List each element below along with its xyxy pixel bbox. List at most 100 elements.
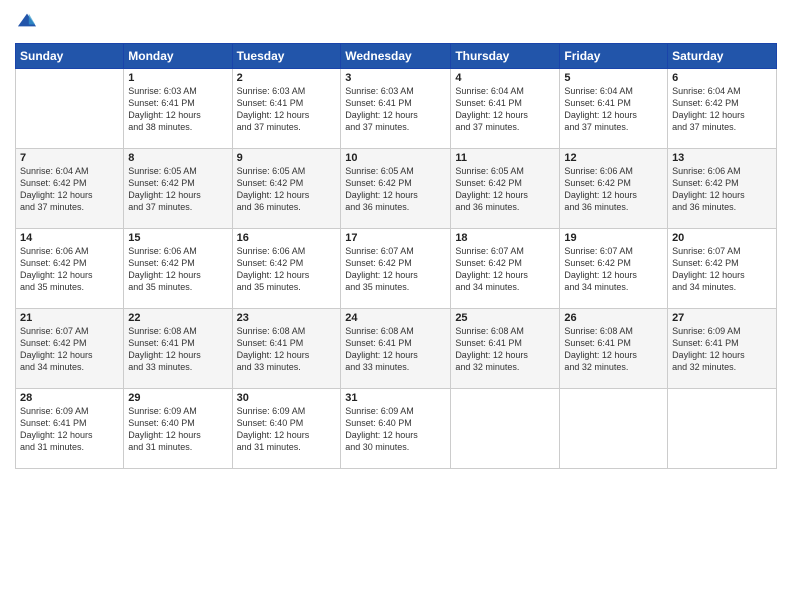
- day-number: 19: [564, 232, 663, 244]
- cell-details: Sunrise: 6:08 AM Sunset: 6:41 PM Dayligh…: [345, 325, 446, 374]
- calendar-week-row: 1Sunrise: 6:03 AM Sunset: 6:41 PM Daylig…: [16, 69, 777, 149]
- day-number: 2: [237, 72, 337, 84]
- calendar-cell: [451, 389, 560, 469]
- calendar-cell: 21Sunrise: 6:07 AM Sunset: 6:42 PM Dayli…: [16, 309, 124, 389]
- calendar-cell: 26Sunrise: 6:08 AM Sunset: 6:41 PM Dayli…: [560, 309, 668, 389]
- cell-details: Sunrise: 6:07 AM Sunset: 6:42 PM Dayligh…: [672, 245, 772, 294]
- calendar-week-row: 28Sunrise: 6:09 AM Sunset: 6:41 PM Dayli…: [16, 389, 777, 469]
- day-number: 11: [455, 152, 555, 164]
- day-number: 20: [672, 232, 772, 244]
- cell-details: Sunrise: 6:06 AM Sunset: 6:42 PM Dayligh…: [20, 245, 119, 294]
- calendar-cell: 20Sunrise: 6:07 AM Sunset: 6:42 PM Dayli…: [668, 229, 777, 309]
- day-number: 14: [20, 232, 119, 244]
- cell-details: Sunrise: 6:04 AM Sunset: 6:41 PM Dayligh…: [564, 85, 663, 134]
- logo: [15, 10, 39, 35]
- calendar-week-row: 21Sunrise: 6:07 AM Sunset: 6:42 PM Dayli…: [16, 309, 777, 389]
- day-number: 7: [20, 152, 119, 164]
- calendar-cell: 10Sunrise: 6:05 AM Sunset: 6:42 PM Dayli…: [341, 149, 451, 229]
- calendar-cell: 1Sunrise: 6:03 AM Sunset: 6:41 PM Daylig…: [124, 69, 232, 149]
- calendar-cell: 8Sunrise: 6:05 AM Sunset: 6:42 PM Daylig…: [124, 149, 232, 229]
- cell-details: Sunrise: 6:09 AM Sunset: 6:40 PM Dayligh…: [345, 405, 446, 454]
- calendar-cell: 12Sunrise: 6:06 AM Sunset: 6:42 PM Dayli…: [560, 149, 668, 229]
- logo-icon: [17, 10, 37, 30]
- calendar-cell: 6Sunrise: 6:04 AM Sunset: 6:42 PM Daylig…: [668, 69, 777, 149]
- day-number: 26: [564, 312, 663, 324]
- cell-details: Sunrise: 6:04 AM Sunset: 6:41 PM Dayligh…: [455, 85, 555, 134]
- cell-details: Sunrise: 6:08 AM Sunset: 6:41 PM Dayligh…: [564, 325, 663, 374]
- calendar-cell: 4Sunrise: 6:04 AM Sunset: 6:41 PM Daylig…: [451, 69, 560, 149]
- calendar-cell: 23Sunrise: 6:08 AM Sunset: 6:41 PM Dayli…: [232, 309, 341, 389]
- cell-details: Sunrise: 6:07 AM Sunset: 6:42 PM Dayligh…: [20, 325, 119, 374]
- weekday-header-row: SundayMondayTuesdayWednesdayThursdayFrid…: [16, 44, 777, 69]
- cell-details: Sunrise: 6:04 AM Sunset: 6:42 PM Dayligh…: [672, 85, 772, 134]
- day-number: 22: [128, 312, 227, 324]
- day-number: 29: [128, 392, 227, 404]
- calendar-cell: [560, 389, 668, 469]
- calendar-cell: 9Sunrise: 6:05 AM Sunset: 6:42 PM Daylig…: [232, 149, 341, 229]
- calendar-cell: 15Sunrise: 6:06 AM Sunset: 6:42 PM Dayli…: [124, 229, 232, 309]
- day-number: 4: [455, 72, 555, 84]
- day-number: 30: [237, 392, 337, 404]
- calendar-cell: 2Sunrise: 6:03 AM Sunset: 6:41 PM Daylig…: [232, 69, 341, 149]
- cell-details: Sunrise: 6:08 AM Sunset: 6:41 PM Dayligh…: [128, 325, 227, 374]
- calendar-cell: 3Sunrise: 6:03 AM Sunset: 6:41 PM Daylig…: [341, 69, 451, 149]
- calendar-cell: 19Sunrise: 6:07 AM Sunset: 6:42 PM Dayli…: [560, 229, 668, 309]
- calendar-cell: 13Sunrise: 6:06 AM Sunset: 6:42 PM Dayli…: [668, 149, 777, 229]
- day-number: 28: [20, 392, 119, 404]
- calendar-cell: [16, 69, 124, 149]
- day-number: 1: [128, 72, 227, 84]
- day-number: 18: [455, 232, 555, 244]
- cell-details: Sunrise: 6:05 AM Sunset: 6:42 PM Dayligh…: [455, 165, 555, 214]
- calendar-cell: 29Sunrise: 6:09 AM Sunset: 6:40 PM Dayli…: [124, 389, 232, 469]
- cell-details: Sunrise: 6:03 AM Sunset: 6:41 PM Dayligh…: [128, 85, 227, 134]
- cell-details: Sunrise: 6:06 AM Sunset: 6:42 PM Dayligh…: [564, 165, 663, 214]
- day-number: 6: [672, 72, 772, 84]
- day-number: 23: [237, 312, 337, 324]
- cell-details: Sunrise: 6:07 AM Sunset: 6:42 PM Dayligh…: [455, 245, 555, 294]
- weekday-header-friday: Friday: [560, 44, 668, 69]
- cell-details: Sunrise: 6:08 AM Sunset: 6:41 PM Dayligh…: [237, 325, 337, 374]
- cell-details: Sunrise: 6:03 AM Sunset: 6:41 PM Dayligh…: [345, 85, 446, 134]
- calendar-week-row: 14Sunrise: 6:06 AM Sunset: 6:42 PM Dayli…: [16, 229, 777, 309]
- calendar-cell: 16Sunrise: 6:06 AM Sunset: 6:42 PM Dayli…: [232, 229, 341, 309]
- day-number: 17: [345, 232, 446, 244]
- cell-details: Sunrise: 6:04 AM Sunset: 6:42 PM Dayligh…: [20, 165, 119, 214]
- day-number: 12: [564, 152, 663, 164]
- day-number: 8: [128, 152, 227, 164]
- cell-details: Sunrise: 6:09 AM Sunset: 6:41 PM Dayligh…: [672, 325, 772, 374]
- cell-details: Sunrise: 6:07 AM Sunset: 6:42 PM Dayligh…: [564, 245, 663, 294]
- header: [15, 10, 777, 35]
- weekday-header-tuesday: Tuesday: [232, 44, 341, 69]
- day-number: 25: [455, 312, 555, 324]
- calendar-cell: 14Sunrise: 6:06 AM Sunset: 6:42 PM Dayli…: [16, 229, 124, 309]
- weekday-header-sunday: Sunday: [16, 44, 124, 69]
- cell-details: Sunrise: 6:07 AM Sunset: 6:42 PM Dayligh…: [345, 245, 446, 294]
- day-number: 9: [237, 152, 337, 164]
- day-number: 5: [564, 72, 663, 84]
- weekday-header-saturday: Saturday: [668, 44, 777, 69]
- calendar-cell: 25Sunrise: 6:08 AM Sunset: 6:41 PM Dayli…: [451, 309, 560, 389]
- day-number: 27: [672, 312, 772, 324]
- cell-details: Sunrise: 6:09 AM Sunset: 6:40 PM Dayligh…: [128, 405, 227, 454]
- day-number: 16: [237, 232, 337, 244]
- cell-details: Sunrise: 6:05 AM Sunset: 6:42 PM Dayligh…: [345, 165, 446, 214]
- day-number: 31: [345, 392, 446, 404]
- page: SundayMondayTuesdayWednesdayThursdayFrid…: [0, 0, 792, 612]
- cell-details: Sunrise: 6:06 AM Sunset: 6:42 PM Dayligh…: [672, 165, 772, 214]
- calendar-cell: 7Sunrise: 6:04 AM Sunset: 6:42 PM Daylig…: [16, 149, 124, 229]
- day-number: 15: [128, 232, 227, 244]
- calendar-cell: 5Sunrise: 6:04 AM Sunset: 6:41 PM Daylig…: [560, 69, 668, 149]
- calendar-cell: 30Sunrise: 6:09 AM Sunset: 6:40 PM Dayli…: [232, 389, 341, 469]
- cell-details: Sunrise: 6:05 AM Sunset: 6:42 PM Dayligh…: [128, 165, 227, 214]
- weekday-header-monday: Monday: [124, 44, 232, 69]
- calendar-cell: 27Sunrise: 6:09 AM Sunset: 6:41 PM Dayli…: [668, 309, 777, 389]
- cell-details: Sunrise: 6:05 AM Sunset: 6:42 PM Dayligh…: [237, 165, 337, 214]
- cell-details: Sunrise: 6:09 AM Sunset: 6:40 PM Dayligh…: [237, 405, 337, 454]
- day-number: 13: [672, 152, 772, 164]
- day-number: 10: [345, 152, 446, 164]
- cell-details: Sunrise: 6:03 AM Sunset: 6:41 PM Dayligh…: [237, 85, 337, 134]
- calendar-week-row: 7Sunrise: 6:04 AM Sunset: 6:42 PM Daylig…: [16, 149, 777, 229]
- calendar-cell: [668, 389, 777, 469]
- weekday-header-wednesday: Wednesday: [341, 44, 451, 69]
- calendar-cell: 31Sunrise: 6:09 AM Sunset: 6:40 PM Dayli…: [341, 389, 451, 469]
